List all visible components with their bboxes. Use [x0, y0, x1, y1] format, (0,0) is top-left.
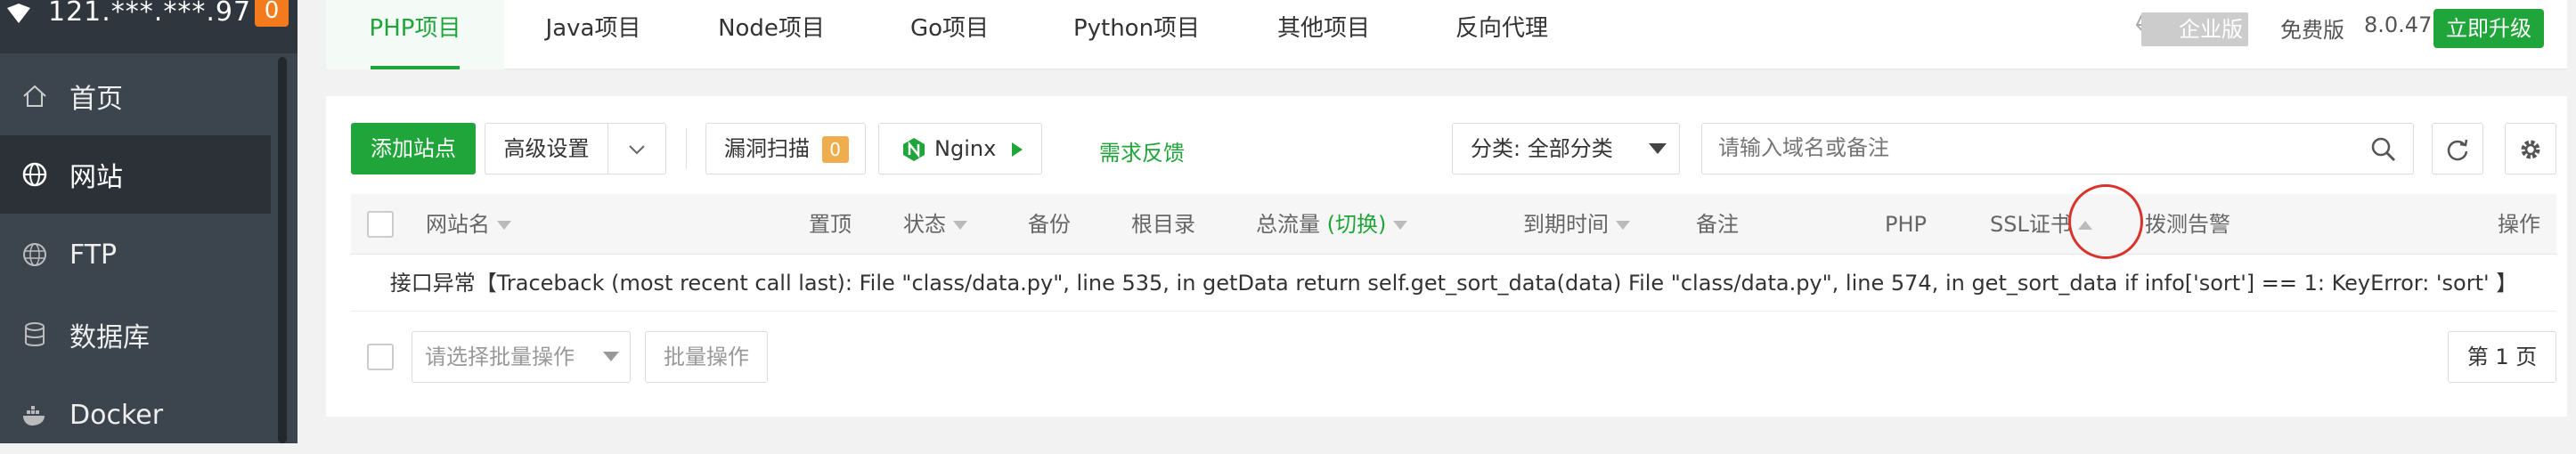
add-site-button[interactable]: 添加站点 — [351, 123, 476, 174]
select-all-checkbox[interactable] — [367, 211, 394, 238]
refresh-icon — [2447, 139, 2468, 161]
globe-icon — [20, 159, 50, 190]
category-select[interactable]: 分类: 全部分类 — [1452, 123, 1680, 174]
batch-select-placeholder: 请选择批量操作 — [425, 345, 575, 369]
upgrade-button[interactable]: 立即升级 — [2433, 9, 2544, 48]
main-content: PHP项目 Java项目 Node项目 Go项目 Python项目 其他项目 反… — [326, 0, 2576, 443]
nginx-button[interactable]: Nginx — [878, 123, 1042, 174]
tab-go[interactable]: Go项目 — [860, 0, 1039, 69]
col-status[interactable]: 状态 — [903, 194, 967, 255]
vuln-count-badge: 0 — [821, 136, 849, 163]
sidebar-item-database[interactable]: 数据库 — [0, 296, 271, 374]
batch-operation-button[interactable]: 批量操作 — [645, 331, 768, 383]
col-php: PHP — [1885, 212, 1927, 237]
vuln-scan-button[interactable]: 漏洞扫描 0 — [705, 123, 866, 174]
batch-select-checkbox[interactable] — [367, 344, 394, 370]
play-icon — [1011, 142, 1023, 157]
tab-other[interactable]: 其他项目 — [1235, 0, 1413, 69]
tab-node[interactable]: Node项目 — [682, 0, 860, 69]
caret-down-icon — [603, 352, 619, 361]
highlight-circle — [2068, 184, 2143, 259]
database-icon — [20, 320, 50, 350]
sidebar-scrollbar[interactable] — [278, 57, 287, 443]
site-panel: 添加站点 高级设置 漏洞扫描 0 Nginx 需求反馈 分类: 全部分类 请输入… — [326, 96, 2567, 417]
toolbar-divider — [686, 128, 687, 169]
server-ip: 121.***.***.97 — [48, 0, 252, 28]
search-box — [1701, 123, 2414, 174]
settings-button[interactable] — [2505, 123, 2556, 174]
advanced-settings-button[interactable]: 高级设置 — [485, 123, 607, 174]
sidebar-item-home[interactable]: 首页 — [0, 57, 271, 135]
col-expire[interactable]: 到期时间 — [1523, 194, 1630, 255]
tab-reverse-proxy[interactable]: 反向代理 — [1413, 0, 1591, 69]
sidebar-item-label: 网站 — [69, 162, 123, 193]
home-icon — [20, 81, 50, 111]
refresh-button[interactable] — [2432, 123, 2483, 174]
advanced-dropdown-button[interactable] — [607, 123, 666, 174]
col-traffic[interactable]: 总流量 (切换) — [1256, 194, 1408, 255]
enterprise-label[interactable]: 企业版 — [2141, 12, 2248, 46]
col-alert: 拨测告警 — [2145, 212, 2230, 237]
sidebar: 121.***.***.97 0 首页 网站 FTP 数据库 Docker — [0, 0, 298, 443]
sidebar-item-label: 数据库 — [69, 322, 150, 353]
server-header: 121.***.***.97 0 — [0, 0, 298, 53]
error-message: 接口异常【Traceback (most recent call last): … — [351, 255, 2556, 312]
ftp-globe-icon — [20, 239, 50, 270]
chevron-down-icon — [629, 145, 645, 155]
sidebar-item-label: FTP — [69, 239, 118, 271]
col-backup: 备份 — [1028, 212, 1071, 237]
category-select-value: 分类: 全部分类 — [1471, 136, 1613, 161]
docker-icon — [20, 400, 50, 430]
col-root: 根目录 — [1131, 212, 1195, 237]
page-indicator[interactable]: 第 1 页 — [2448, 331, 2556, 383]
batch-operation-select[interactable]: 请选择批量操作 — [412, 331, 631, 383]
vuln-scan-label: 漏洞扫描 — [724, 136, 810, 161]
sidebar-item-website[interactable]: 网站 — [0, 135, 271, 214]
sidebar-item-label: Docker — [69, 399, 164, 431]
col-actions: 操作 — [2498, 212, 2540, 237]
col-site-name[interactable]: 网站名 — [426, 194, 511, 255]
notification-badge[interactable]: 0 — [255, 0, 289, 27]
tab-java[interactable]: Java项目 — [504, 0, 682, 69]
version-label: 8.0.47 — [2364, 12, 2433, 37]
sidebar-item-ftp[interactable]: FTP — [0, 215, 271, 294]
feedback-link[interactable]: 需求反馈 — [1099, 135, 1185, 166]
traffic-switch-link[interactable]: (切换) — [1327, 212, 1387, 237]
nginx-logo-icon — [903, 138, 925, 161]
gear-icon — [2521, 140, 2540, 159]
shield-logo-icon — [7, 4, 30, 23]
search-input[interactable] — [1718, 131, 2342, 166]
sidebar-item-docker[interactable]: Docker — [0, 376, 271, 454]
tab-php[interactable]: PHP项目 — [326, 0, 504, 69]
col-remark: 备注 — [1696, 212, 1739, 237]
col-pin: 置顶 — [809, 212, 852, 237]
project-tabs: PHP项目 Java项目 Node项目 Go项目 Python项目 其他项目 反… — [326, 0, 2567, 69]
search-icon[interactable] — [2370, 136, 2397, 163]
table-header: 网站名 置顶 状态 备份 根目录 总流量 (切换) 到期时间 备注 PHP SS… — [351, 194, 2556, 255]
caret-down-icon — [1649, 143, 1667, 154]
tab-python[interactable]: Python项目 — [1039, 0, 1235, 69]
nginx-label: Nginx — [934, 136, 997, 161]
sidebar-item-label: 首页 — [69, 84, 123, 115]
edition-label: 免费版 — [2280, 18, 2344, 43]
